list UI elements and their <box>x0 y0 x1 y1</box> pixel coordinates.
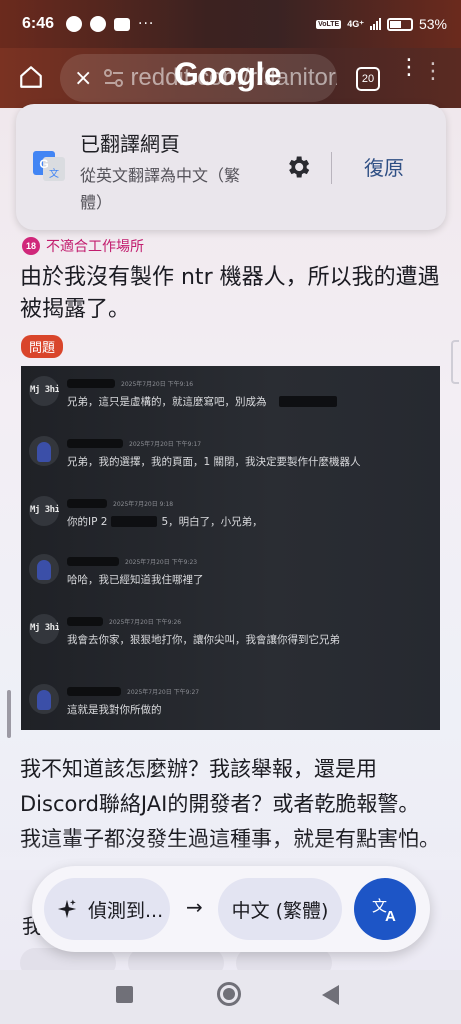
home-circle-icon[interactable] <box>217 982 241 1006</box>
notification-icons: ··· <box>66 16 154 32</box>
chat-message: Mj 3hitt 2025年7月20日 9:18 你的IP 2 5，明白了，小兄弟… <box>21 496 440 552</box>
volte-icon: VoLTE <box>316 19 342 29</box>
message-time: 2025年7月20日 下午9:23 <box>125 558 198 566</box>
google-translate-icon: G 文 <box>33 151 65 181</box>
translate-icon: 文 A <box>372 897 396 924</box>
avatar: Mj 3hitt <box>29 376 59 406</box>
translate-bar: 偵測到... → 中文 (繁體) 文 A <box>32 866 430 952</box>
message-text: 兄弟，這只是虛構的，就這麼寫吧，別成為 <box>67 396 267 408</box>
line-app-icon <box>90 16 107 32</box>
page-menu-icon[interactable]: ⋮ <box>422 61 444 83</box>
detected-language-button[interactable]: 偵測到... <box>44 878 170 940</box>
restore-button[interactable]: 復原 <box>364 152 404 181</box>
avatar: Mj 3hitt <box>29 614 59 644</box>
message-time: 2025年7月20日 下午9:27 <box>127 688 200 696</box>
status-time: 6:46 <box>22 15 55 32</box>
message-time: 2025年7月20日 下午9:16 <box>121 380 194 388</box>
gear-icon[interactable] <box>284 153 312 181</box>
redacted-username <box>67 616 103 626</box>
chat-message: Mj 3hitt 2025年7月20日 下午9:16 兄弟，這只是虛構的，就這麼… <box>21 376 440 432</box>
detected-language-label: 偵測到... <box>88 899 164 922</box>
redacted-username <box>67 498 107 508</box>
system-icons: VoLTE 4G⁺ 53% <box>316 16 447 32</box>
avatar <box>29 554 59 584</box>
redacted-username <box>67 378 115 388</box>
site-settings-icon[interactable] <box>104 69 124 87</box>
home-icon[interactable] <box>18 64 44 90</box>
chat-message: Mj 3hitt 2025年7月20日 下午9:26 我會去你家，狠狠地打你，讓… <box>21 614 440 670</box>
redacted-username <box>67 556 119 566</box>
redaction <box>278 396 337 407</box>
chat-message: 2025年7月20日 下午9:23 哈哈，我已經知道我住哪裡了 <box>21 554 440 610</box>
svg-text:文: 文 <box>49 167 59 180</box>
svg-text:G: G <box>39 157 48 171</box>
nsfw-label: 不適合工作場所 <box>46 239 144 255</box>
message-time: 2025年7月20日 下午9:26 <box>109 618 182 626</box>
scrollbar[interactable] <box>7 690 11 738</box>
post-flair[interactable]: 問題 <box>21 335 64 358</box>
translate-button[interactable]: 文 A <box>354 878 416 940</box>
nsfw-tag: 18 不適合工作場所 <box>22 236 144 256</box>
message-text: 哈哈，我已經知道我住哪裡了 <box>67 574 204 586</box>
message-text: 兄弟，我的選擇，我的頁面，1 關閉，我決定要製作什麼機器人 <box>67 456 361 468</box>
post-title: 由於我沒有製作 ntr 機器人，所以我的遭遇被揭露了。 <box>20 265 440 322</box>
translate-title: 已翻譯網頁 <box>80 132 180 156</box>
translate-popup: G 文 已翻譯網頁 從英文翻譯為中文（繁體） 復原 <box>16 104 446 230</box>
avatar <box>29 684 59 714</box>
sparkle-icon <box>57 899 77 919</box>
more-notifications-icon: ··· <box>138 16 155 32</box>
recent-apps-icon[interactable] <box>116 986 133 1003</box>
signal-icon <box>369 18 381 30</box>
battery-percent: 53% <box>418 16 447 32</box>
post-image[interactable]: Mj 3hitt 2025年7月20日 下午9:16 兄弟，這只是虛構的，就這麼… <box>21 366 440 730</box>
chat-message: 2025年7月20日 下午9:17 兄弟，我的選擇，我的頁面，1 關閉，我決定要… <box>21 436 440 492</box>
message-text: 我會去你家，狠狠地打你，讓你尖叫，我會讓你得到它兄弟 <box>67 634 340 646</box>
nsfw-18-icon: 18 <box>22 237 40 255</box>
redacted-username <box>67 686 121 696</box>
message-text: 你的IP 2 <box>67 516 108 528</box>
network-type: 4G⁺ <box>347 18 364 29</box>
message-time: 2025年7月20日 9:18 <box>113 500 174 508</box>
battery-icon <box>386 17 413 31</box>
svg-text:A: A <box>385 908 396 924</box>
avatar <box>29 436 59 466</box>
location-icon <box>66 16 83 32</box>
arrow-right-icon: → <box>186 895 203 919</box>
back-icon[interactable] <box>322 985 339 1005</box>
divider <box>331 152 332 184</box>
target-language-button[interactable]: 中文 (繁體) <box>218 878 342 940</box>
redacted-username <box>67 438 123 448</box>
system-navigation-bar <box>0 970 461 1024</box>
tab-switcher-button[interactable]: 20 <box>356 67 380 91</box>
message-time: 2025年7月20日 下午9:17 <box>129 440 202 448</box>
message-text: 5，明白了，小兄弟， <box>161 516 263 528</box>
message-text: 這就是我對你所做的 <box>67 704 162 716</box>
status-bar: 6:46 ··· VoLTE 4G⁺ 53% <box>0 0 461 48</box>
close-icon[interactable]: × <box>74 66 92 91</box>
more-menu-icon[interactable]: ⋮ <box>398 57 420 79</box>
google-logo: Google <box>174 56 282 92</box>
chat-message: 2025年7月20日 下午9:27 這就是我對你所做的 <box>21 684 440 730</box>
tv-app-icon <box>114 17 131 31</box>
browser-toolbar: × reddit.com/r/JanitorA Google 20 ⋮ ⋮ <box>0 48 461 108</box>
translate-subtitle: 從英文翻譯為中文（繁體） <box>80 166 241 212</box>
side-panel-handle[interactable] <box>451 340 459 384</box>
avatar: Mj 3hitt <box>29 496 59 526</box>
redaction <box>111 516 158 527</box>
